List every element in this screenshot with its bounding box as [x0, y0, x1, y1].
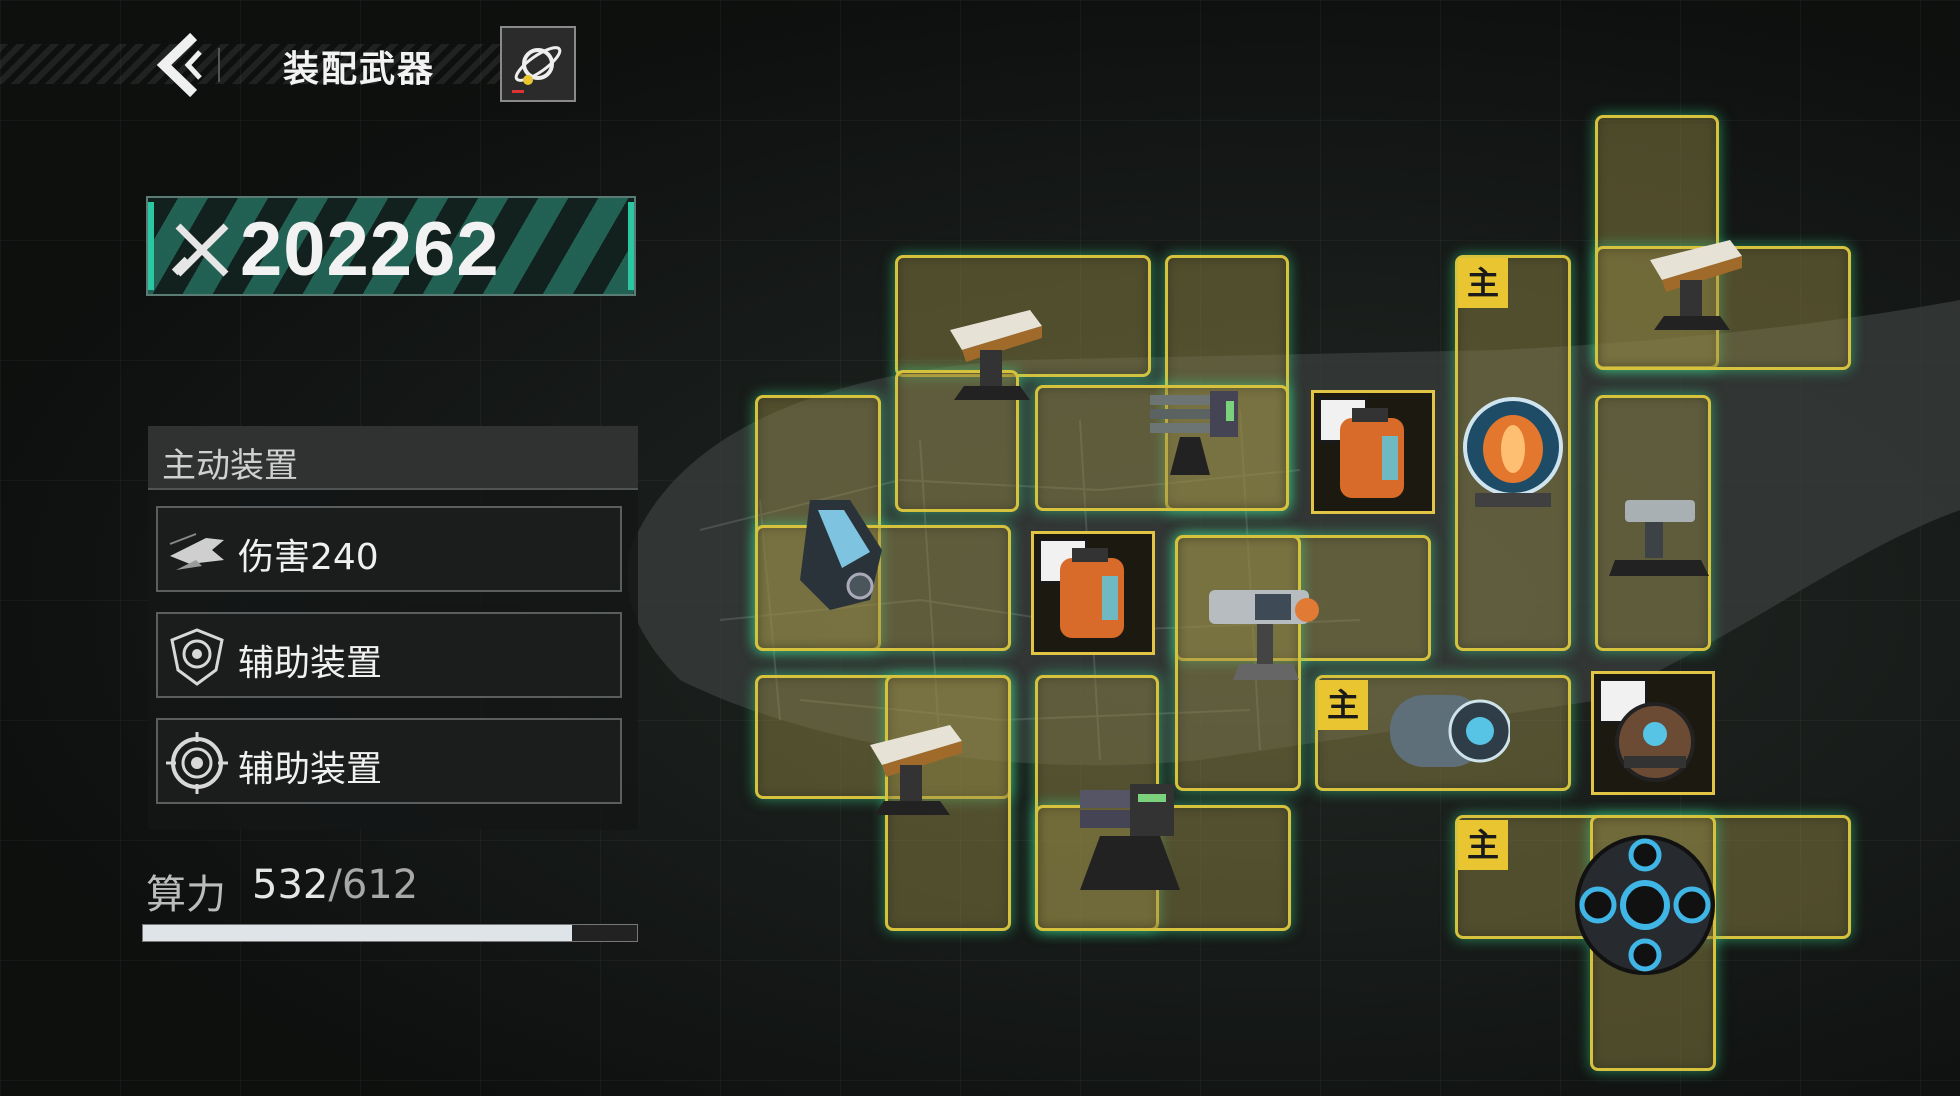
compute-bar: [142, 924, 638, 942]
page-title: 装配武器: [283, 49, 436, 90]
compute-value: 532/612: [252, 862, 418, 908]
compute-current: 532: [252, 862, 329, 908]
chevron-left-icon: [156, 32, 202, 98]
pistol-turret-icon[interactable]: [1605, 480, 1715, 590]
crossed-swords-icon: [171, 223, 229, 277]
radar-shield-icon: [170, 628, 224, 686]
power-edge-right: [628, 202, 634, 290]
equip-row-support-1[interactable]: 辅助装置: [156, 612, 622, 698]
twin-turret-icon-2[interactable]: [1630, 220, 1760, 340]
main-tag-3: 主: [1458, 820, 1508, 870]
combat-power-box: 202262: [146, 196, 636, 296]
equip-row-damage[interactable]: 伤害240: [156, 506, 622, 592]
sphere-drone-icon[interactable]: [1570, 825, 1720, 985]
equip-row-support-1-label: 辅助装置: [238, 643, 383, 684]
equip-row-support-2-label: 辅助装置: [238, 749, 383, 790]
engine-cylinder-icon[interactable]: [1380, 675, 1510, 785]
gatling-gun-icon[interactable]: [1140, 375, 1250, 485]
target-icon: [166, 732, 228, 794]
core-orb-icon[interactable]: [1455, 395, 1571, 515]
back-button[interactable]: [150, 30, 210, 100]
fuel-canister-icon[interactable]: [1300, 398, 1430, 508]
compute-bar-fill: [143, 925, 573, 941]
active-device-panel: 主动装置 伤害240 辅助装置 辅助装置: [148, 426, 638, 830]
header-divider: [218, 48, 220, 82]
compute-max: /612: [328, 862, 419, 908]
shield-device-icon[interactable]: [790, 490, 900, 620]
jet-icon: [169, 533, 224, 570]
planet-button[interactable]: [500, 26, 576, 102]
active-device-header: 主动装置: [148, 426, 638, 490]
combat-power-value: 202262: [240, 207, 500, 292]
cannon-turret-icon[interactable]: [1195, 570, 1335, 690]
power-edge-left: [148, 202, 154, 290]
bomb-device-icon[interactable]: [1600, 690, 1710, 790]
equip-row-support-2[interactable]: 辅助装置: [156, 718, 622, 804]
twin-turret-icon[interactable]: [930, 290, 1060, 410]
missile-launcher-icon[interactable]: [1060, 770, 1200, 910]
equip-row-damage-label: 伤害240: [238, 537, 379, 578]
planet-icon: [512, 46, 562, 93]
fuel-canister-icon-2[interactable]: [1020, 538, 1150, 648]
compute-label: 算力: [146, 872, 226, 918]
active-device-title: 主动装置: [162, 446, 298, 486]
main-tag-1: 主: [1458, 258, 1508, 308]
twin-turret-icon-3[interactable]: [850, 705, 980, 825]
